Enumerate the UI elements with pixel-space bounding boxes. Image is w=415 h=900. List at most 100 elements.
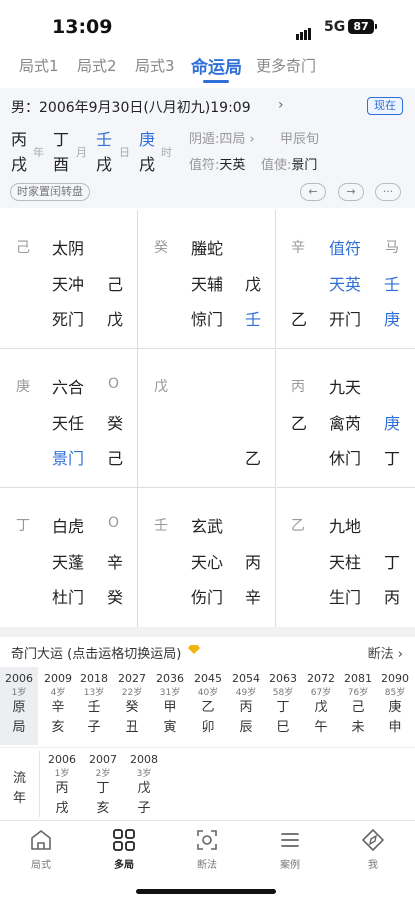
nav-label: 案例 [280, 860, 300, 871]
palace-god: 太阴 [52, 239, 85, 258]
palace-star-stem: 癸 [107, 414, 124, 433]
palace-8[interactable]: 壬 玄武 天心 丙 伤门 辛 [138, 488, 276, 627]
home-indicator [136, 889, 276, 894]
tab-bar: 局式1 局式2 局式3 命运局 更多奇门 [0, 50, 415, 84]
liunian-column[interactable]: 2007 2岁 丁 亥 [84, 753, 122, 819]
day-stem: 壬 [96, 130, 113, 149]
luck-age: 76岁 [347, 688, 369, 698]
palace-god: 九地 [329, 517, 362, 536]
luck-age: 22岁 [121, 688, 143, 698]
palace-door: 死门 [52, 310, 85, 329]
tab-more-qimen[interactable]: 更多奇门 [256, 55, 316, 76]
divider [0, 747, 415, 748]
palace-9[interactable]: 乙 九地 天柱 丁 生门 丙 [277, 488, 415, 627]
luck-column[interactable]: 2009 4岁 辛 亥 [39, 672, 77, 738]
palace-4[interactable]: 庚 六合 O 天任 癸 景门 己 [0, 349, 138, 488]
network-type: 5G [324, 19, 346, 35]
liunian-label: 流年 [13, 771, 27, 806]
tab-juzhi-1[interactable]: 局式1 [19, 55, 59, 76]
liunian-stem: 戊 [137, 781, 151, 796]
palace-door-stem: 癸 [107, 588, 124, 607]
luck-column[interactable]: 2072 67岁 戊 午 [302, 672, 340, 738]
birth-datetime[interactable]: 男：2006年9月30日(八月初九)19:09 [11, 97, 251, 117]
luck-age: 13岁 [83, 688, 105, 698]
palace-god: 螣蛇 [191, 239, 224, 258]
luck-column[interactable]: 2090 85岁 庚 申 [376, 672, 414, 738]
luck-column[interactable]: 2063 58岁 丁 巳 [264, 672, 302, 738]
palace-2[interactable]: 癸 螣蛇 天辅 戊 惊门 壬 [138, 210, 276, 349]
tab-juzhi-3[interactable]: 局式3 [135, 55, 175, 76]
luck-branch: 丑 [125, 720, 139, 735]
now-button[interactable]: 现在 [367, 97, 403, 115]
battery-icon: 87 [348, 19, 377, 34]
tab-juzhi-2[interactable]: 局式2 [77, 55, 117, 76]
palace-bottom-stem: 乙 [245, 449, 262, 468]
prev-arrow-icon[interactable]: ← [300, 183, 326, 201]
nav-method[interactable]: 断法 [177, 827, 237, 871]
palace-star: 天蓬 [52, 553, 85, 572]
luck-year: 2027 [118, 672, 146, 685]
palace-door-stem: 丙 [384, 588, 401, 607]
nine-palace-grid: 己 太阴 天冲 己 死门 戊 癸 螣蛇 天辅 戊 惊门 壬 辛 值符 马 天英 … [0, 210, 415, 627]
liunian-branch: 子 [137, 801, 151, 816]
liunian-branch: 亥 [96, 801, 110, 816]
luck-year: 2063 [269, 672, 297, 685]
day-branch: 戌 [96, 155, 113, 174]
luck-column[interactable]: 2036 31岁 甲 寅 [151, 672, 189, 738]
grand-luck-section: 奇门大运 (点击运格切换运局) 断法 › 2006 1岁 原 局 2009 4岁… [0, 637, 415, 820]
palace-door: 伤门 [191, 588, 224, 607]
day-label: 日 [119, 146, 130, 159]
palace-6[interactable]: 丙 九天 乙 禽芮 庚 休门 丁 [277, 349, 415, 488]
luck-age: 58岁 [272, 688, 294, 698]
nav-label: 断法 [197, 860, 217, 871]
nav-me[interactable]: 我 [343, 827, 403, 871]
palace-star: 天辅 [191, 275, 224, 294]
luck-age: 31岁 [159, 688, 181, 698]
luck-column[interactable]: 2045 40岁 乙 卯 [189, 672, 227, 738]
next-arrow-icon[interactable]: → [338, 183, 364, 201]
luck-age: 49岁 [235, 688, 257, 698]
palace-door-stem: 戊 [107, 310, 124, 329]
hour-branch: 戌 [139, 155, 156, 174]
section-divider [0, 627, 415, 637]
luck-age: 1岁 [11, 688, 27, 698]
palace-5-center[interactable]: 戊 乙 [138, 349, 276, 488]
void-marker: O [108, 515, 120, 531]
liunian-column[interactable]: 2006 1岁 丙 戌 [43, 753, 81, 819]
luck-column[interactable]: 2081 76岁 己 未 [339, 672, 377, 738]
palace-3[interactable]: 辛 值符 马 天英 壬 乙 开门 庚 [277, 210, 415, 349]
luck-stem: 壬 [87, 700, 101, 715]
luck-age: 4岁 [50, 688, 66, 698]
palace-star-stem: 戊 [245, 275, 262, 294]
tab-mingyunju[interactable]: 命运局 [191, 53, 242, 78]
toggle-plate-button[interactable]: 时家置闰转盘 [10, 183, 90, 201]
more-icon[interactable]: ··· [375, 183, 401, 201]
liunian-year: 2007 [89, 753, 117, 766]
luck-year: 2036 [156, 672, 184, 685]
luck-column[interactable]: 2027 22岁 癸 丑 [113, 672, 151, 738]
palace-star-stem: 丙 [245, 553, 262, 572]
luck-branch: 寅 [163, 720, 177, 735]
dun-ju[interactable]: 阴遁:四局 › [189, 128, 255, 147]
liunian-stem: 丁 [96, 781, 110, 796]
year-branch: 戌 [11, 155, 28, 174]
palace-1[interactable]: 己 太阴 天冲 己 死门 戊 [0, 210, 138, 349]
palace-star: 天柱 [329, 553, 362, 572]
method-link[interactable]: 断法 › [368, 643, 403, 662]
luck-column[interactable]: 2006 1岁 原 局 [0, 667, 38, 745]
palace-door-stem: 丁 [384, 449, 401, 468]
nav-label: 多局 [114, 860, 134, 871]
luck-year: 2006 [5, 672, 33, 685]
chevron-right-icon[interactable]: › [278, 97, 284, 113]
luck-branch: 申 [388, 720, 402, 735]
scan-icon [197, 830, 217, 850]
liunian-column[interactable]: 2008 3岁 戊 子 [125, 753, 163, 819]
nav-multi[interactable]: 多局 [94, 827, 154, 871]
luck-column[interactable]: 2054 49岁 丙 辰 [227, 672, 265, 738]
nav-cases[interactable]: 案例 [260, 827, 320, 871]
nav-home[interactable]: 局式 [11, 827, 71, 871]
palace-stem: 戊 [154, 379, 168, 395]
compass-icon [362, 829, 384, 851]
luck-column[interactable]: 2018 13岁 壬 子 [75, 672, 113, 738]
palace-7[interactable]: 丁 白虎 O 天蓬 辛 杜门 癸 [0, 488, 138, 627]
